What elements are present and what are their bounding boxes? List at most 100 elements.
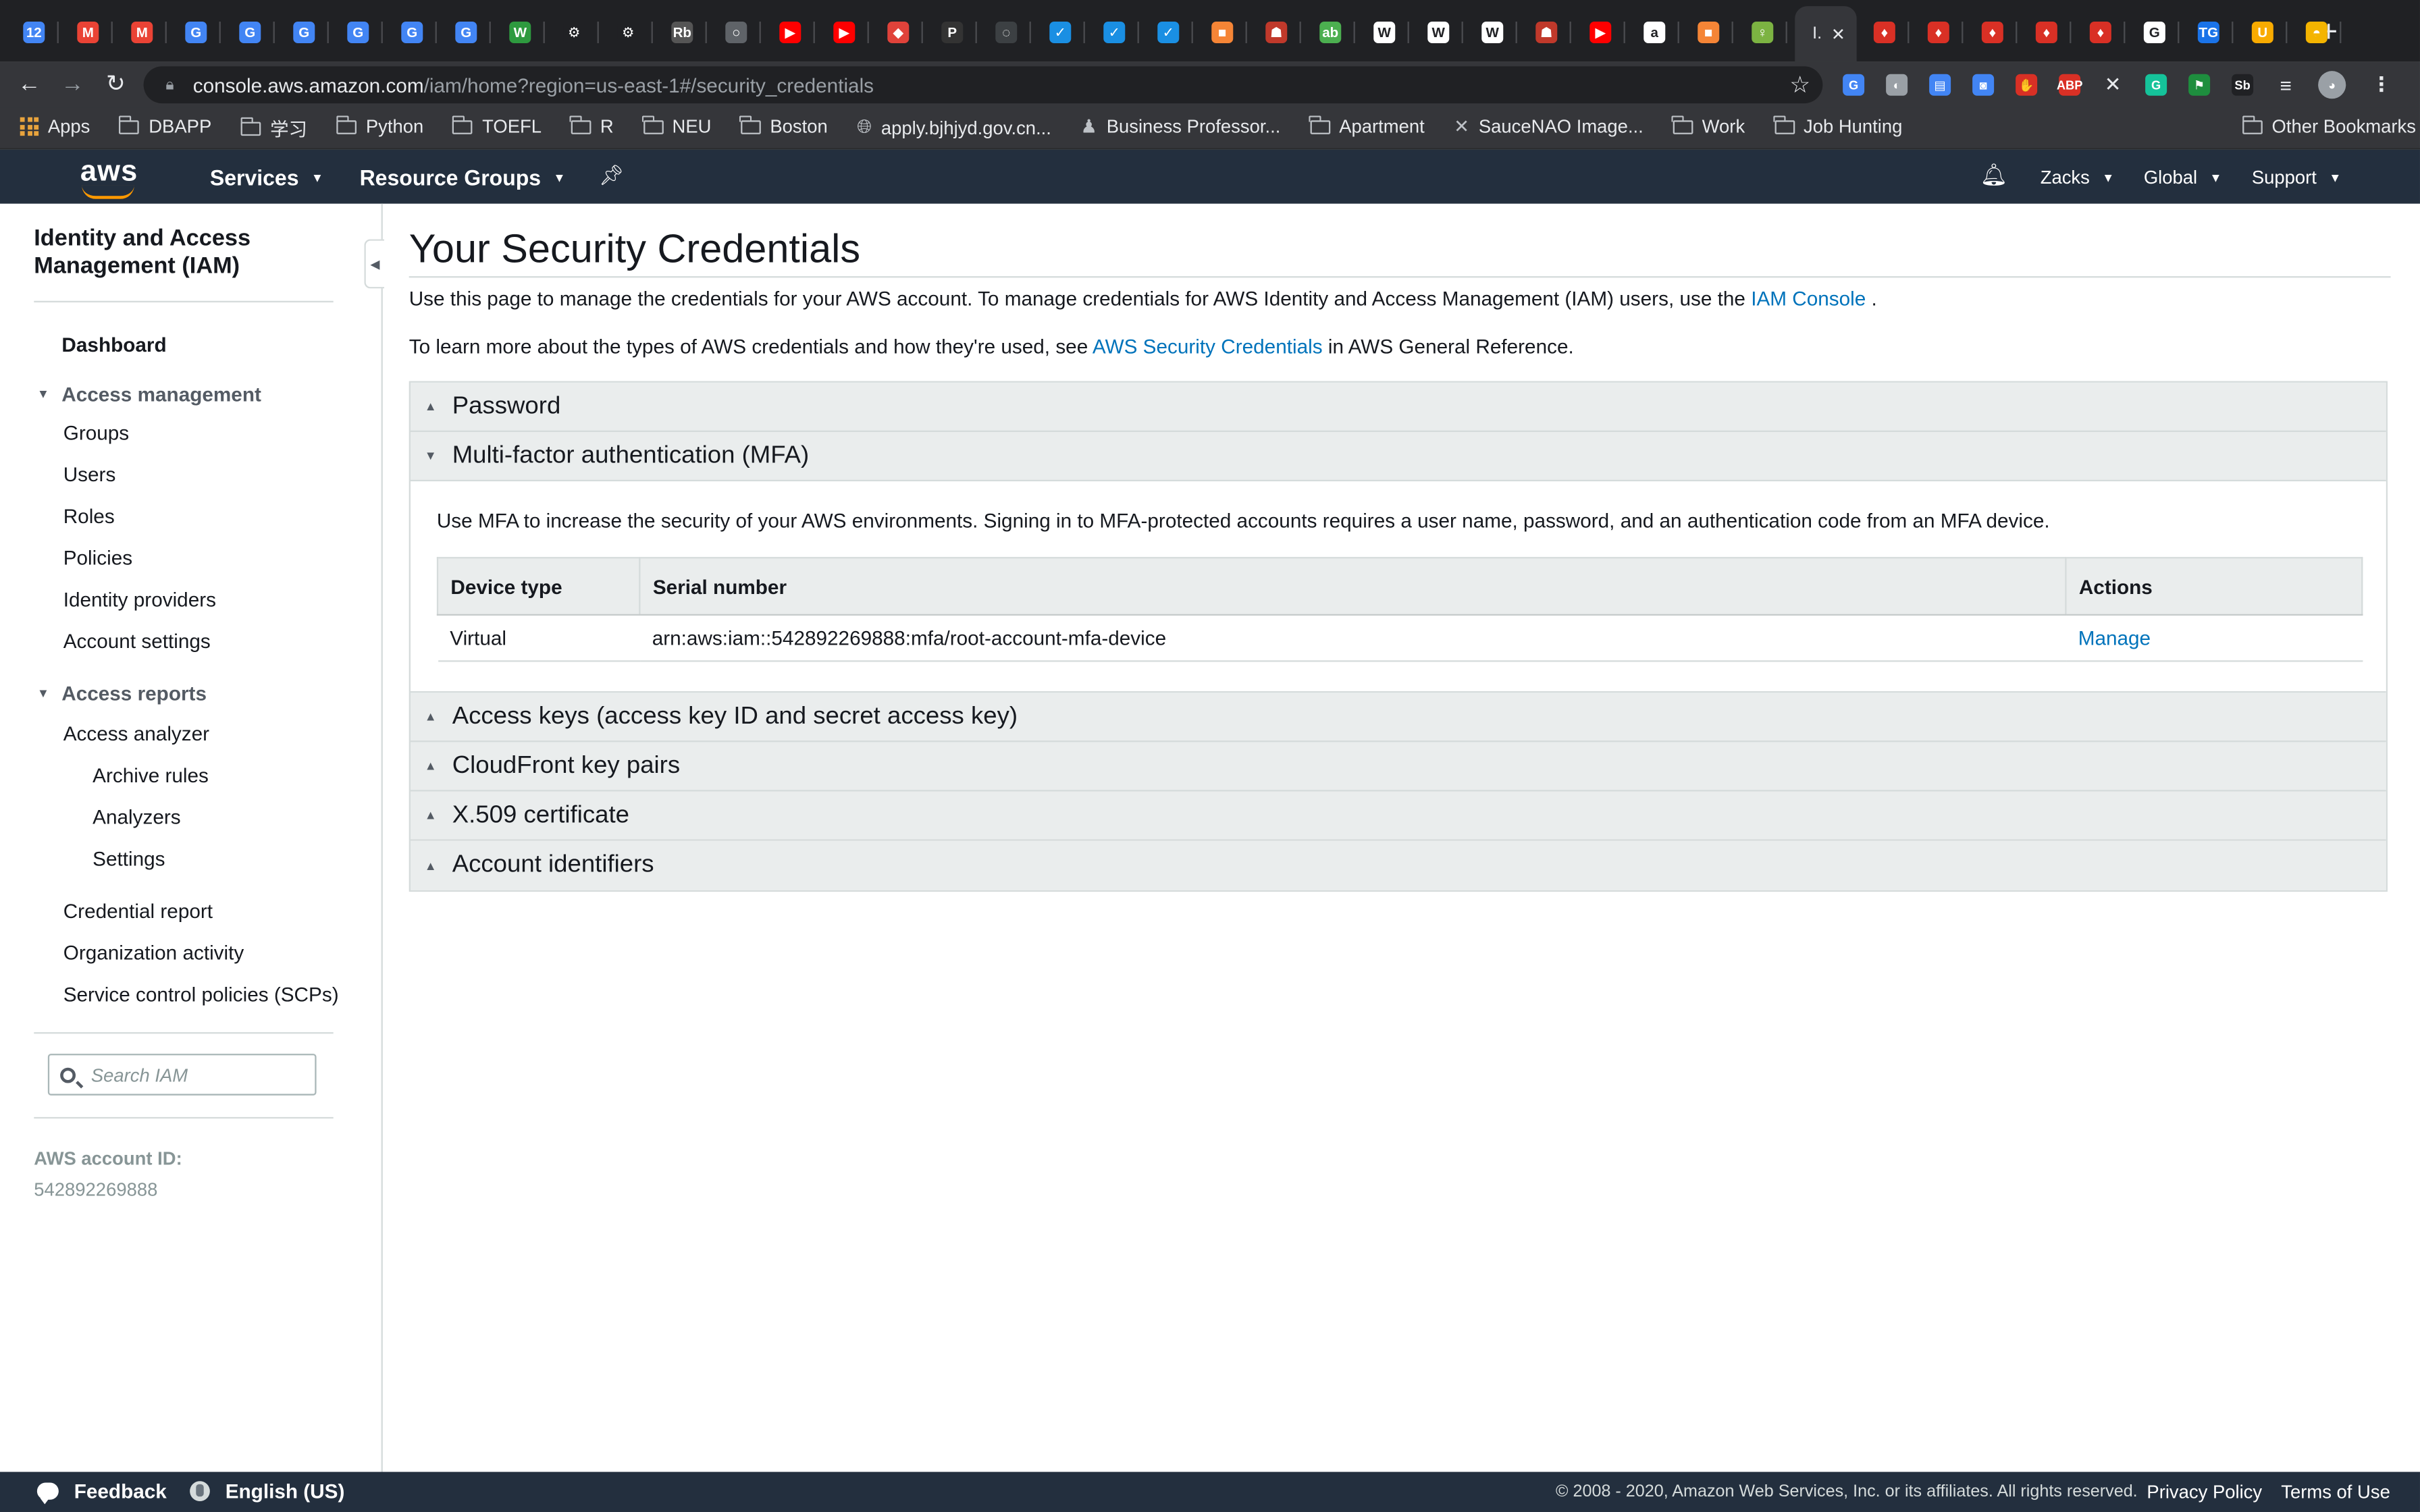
feedback-button[interactable]: Feedback: [36, 1480, 167, 1505]
sidebar-item-scps[interactable]: Service control policies (SCPs): [63, 983, 339, 1006]
sidebar-item-account-settings[interactable]: Account settings: [63, 630, 211, 653]
browser-tab[interactable]: ✓: [1036, 9, 1085, 56]
browser-tab[interactable]: ♦: [2022, 9, 2072, 56]
bookmark-item[interactable]: NEU: [641, 115, 711, 137]
browser-tab[interactable]: G: [280, 9, 329, 56]
sidebar-item-credential-report[interactable]: Credential report: [63, 900, 213, 923]
other-bookmarks[interactable]: Other Bookmarks: [2241, 115, 2416, 137]
active-browser-tab[interactable]: I. ✕: [1795, 6, 1857, 62]
browser-tab[interactable]: ▶: [1576, 9, 1625, 56]
terms-of-use-link[interactable]: Terms of Use: [2281, 1481, 2390, 1503]
profile-avatar-icon[interactable]: ◕: [2318, 71, 2346, 99]
browser-tab[interactable]: ■: [1684, 9, 1733, 56]
browser-tab[interactable]: a: [1630, 9, 1679, 56]
bookmark-star-icon[interactable]: ☆: [1789, 71, 1810, 99]
sidebar-item-analyzers[interactable]: Analyzers: [93, 805, 180, 828]
bookmark-item[interactable]: Work: [1672, 115, 1745, 137]
browser-tab[interactable]: W: [1468, 9, 1517, 56]
browser-tab[interactable]: ◌: [982, 9, 1031, 56]
search-iam-box[interactable]: [47, 1054, 317, 1096]
sidebar-item-users[interactable]: Users: [63, 463, 116, 486]
browser-tab[interactable]: U: [2238, 9, 2288, 56]
browser-tab[interactable]: ♦: [1968, 9, 2018, 56]
close-tab-icon[interactable]: ✕: [1831, 24, 1845, 44]
privacy-policy-link[interactable]: Privacy Policy: [2147, 1481, 2262, 1503]
sidebar-item-settings[interactable]: Settings: [93, 847, 165, 870]
green-ext-icon[interactable]: ⚑: [2188, 74, 2211, 96]
collapse-sidebar-button[interactable]: ◀: [364, 239, 385, 289]
calendar-ext-icon[interactable]: ▤: [1929, 74, 1951, 96]
browser-tab[interactable]: W: [496, 9, 545, 56]
account-menu[interactable]: Zacks ▼: [2041, 167, 2115, 188]
iam-console-link[interactable]: IAM Console: [1751, 287, 1866, 310]
support-menu[interactable]: Support ▼: [2252, 167, 2341, 188]
browser-tab[interactable]: G: [172, 9, 221, 56]
section-mfa[interactable]: ▼ Multi-factor authentication (MFA): [410, 431, 2386, 482]
address-bar[interactable]: 🔒︎ console.aws.amazon.com/iam/home?regio…: [143, 66, 1823, 104]
bookmark-item[interactable]: 学习: [240, 115, 307, 142]
bookmark-item[interactable]: Boston: [739, 115, 828, 137]
screenshot-ext-icon[interactable]: ◙: [1972, 74, 1995, 96]
browser-tab[interactable]: ◓: [2292, 9, 2342, 56]
sb-ext-icon[interactable]: Sb: [2232, 74, 2254, 96]
browser-tab[interactable]: ⚙: [550, 9, 599, 56]
bookmark-item[interactable]: ✕ SauceNAO Image...: [1454, 115, 1643, 137]
browser-tab[interactable]: ✓: [1144, 9, 1193, 56]
browser-tab[interactable]: W: [1360, 9, 1409, 56]
bookmark-item[interactable]: Python: [336, 115, 423, 137]
browser-tab[interactable]: M: [63, 9, 113, 56]
sidebar-item-organization-activity[interactable]: Organization activity: [63, 941, 244, 964]
browser-tab[interactable]: G: [442, 9, 491, 56]
sidebar-item-identity-providers[interactable]: Identity providers: [63, 588, 216, 611]
section-x509[interactable]: ▲ X.509 certificate: [410, 791, 2386, 841]
browser-tab[interactable]: G: [226, 9, 275, 56]
browser-tab[interactable]: G: [388, 9, 437, 56]
manage-mfa-link[interactable]: Manage: [2066, 614, 2363, 662]
bookmark-item[interactable]: ♟ Business Professor...: [1080, 115, 1280, 137]
notifications-bell-icon[interactable]: 🔔︎: [1980, 162, 2008, 188]
bookmark-item[interactable]: R: [570, 115, 614, 137]
browser-tab[interactable]: TG: [2184, 9, 2234, 56]
back-icon[interactable]: ←: [14, 68, 45, 102]
browser-tab[interactable]: ⚙: [604, 9, 653, 56]
adblock-ext-icon[interactable]: ABP: [2057, 74, 2082, 96]
hand-ext-icon[interactable]: ✋: [2016, 74, 2038, 96]
sidebar-item-groups[interactable]: Groups: [63, 421, 129, 444]
section-cloudfront[interactable]: ▲ CloudFront key pairs: [410, 742, 2386, 792]
x-ext-icon[interactable]: ✕: [2102, 72, 2124, 96]
browser-tab[interactable]: M: [117, 9, 167, 56]
browser-tab[interactable]: ♀: [1738, 9, 1787, 56]
section-access-keys[interactable]: ▲ Access keys (access key ID and secret …: [410, 693, 2386, 742]
browser-tab[interactable]: ♦: [2076, 9, 2126, 56]
browser-tab[interactable]: ✓: [1090, 9, 1139, 56]
kebab-menu-icon[interactable]: ⋮: [2370, 72, 2392, 96]
pin-icon[interactable]: 📌︎: [599, 163, 625, 188]
section-account-identifiers[interactable]: ▲ Account identifiers: [410, 840, 2386, 890]
browser-tab[interactable]: ♦: [1914, 9, 1964, 56]
browser-tab[interactable]: Rb: [658, 9, 707, 56]
browser-tab[interactable]: ■: [1198, 9, 1247, 56]
bookmark-item[interactable]: TOEFL: [452, 115, 542, 137]
bookmark-item[interactable]: DBAPP: [118, 115, 211, 137]
browser-tab[interactable]: W: [1414, 9, 1463, 56]
sidebar-item-dashboard[interactable]: Dashboard: [61, 333, 166, 356]
browser-tab[interactable]: ▶: [766, 9, 815, 56]
language-selector[interactable]: English (US): [190, 1480, 344, 1503]
browser-tab[interactable]: G: [334, 9, 383, 56]
grammarly-ext-icon[interactable]: G: [2145, 74, 2167, 96]
browser-tab[interactable]: ▶: [820, 9, 869, 56]
sidebar-item-archive-rules[interactable]: Archive rules: [93, 763, 209, 786]
reload-icon[interactable]: ↻: [101, 68, 132, 102]
browser-tab[interactable]: ♦: [1860, 9, 1910, 56]
translate-ext-icon[interactable]: G: [1843, 74, 1865, 96]
browser-tab[interactable]: 12: [9, 9, 59, 56]
playlist-ext-icon[interactable]: ≡: [2275, 74, 2297, 97]
browser-tab[interactable]: P: [928, 9, 977, 56]
bookmark-item[interactable]: Apps: [20, 115, 90, 137]
forward-icon[interactable]: →: [57, 68, 88, 102]
browser-tab[interactable]: ☗: [1252, 9, 1301, 56]
bookmark-item[interactable]: 🌐︎ apply.bjhjyd.gov.cn...: [857, 115, 1051, 138]
browser-tab[interactable]: ☗: [1522, 9, 1571, 56]
region-menu[interactable]: Global ▼: [2144, 167, 2222, 188]
bulb-ext-icon[interactable]: ◐: [1886, 74, 1908, 96]
